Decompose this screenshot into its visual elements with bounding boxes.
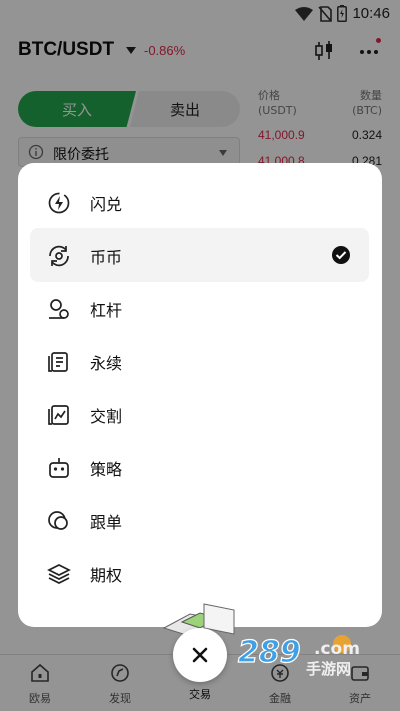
menu-item-flash-swap[interactable]: 闪兑 (30, 175, 369, 229)
check-icon (332, 246, 350, 264)
site-watermark: 289 .com 手游网 (237, 634, 360, 678)
options-icon (47, 564, 71, 584)
svg-text:.com: .com (314, 639, 360, 659)
menu-item-strategy[interactable]: 策略 (30, 440, 369, 494)
close-icon (192, 647, 208, 663)
close-menu-button[interactable] (173, 628, 227, 682)
bot-icon (49, 458, 69, 478)
svg-text:手游网: 手游网 (306, 660, 351, 678)
menu-item-perpetual[interactable]: 永续 (30, 334, 369, 388)
futures-icon (48, 405, 69, 425)
margin-icon (49, 299, 69, 319)
menu-item-copy-trade[interactable]: 跟单 (30, 493, 369, 547)
menu-item-margin[interactable]: 杠杆 (30, 281, 369, 335)
spot-icon (49, 245, 69, 267)
menu-item-futures[interactable]: 交割 (30, 387, 369, 441)
flash-swap-icon (48, 192, 70, 214)
perpetual-icon (48, 352, 68, 372)
product-menu: 闪兑 币币 杠杆 永续 交割 策略 跟单 期权 (18, 163, 382, 627)
copy-trade-icon (48, 511, 68, 530)
svg-text:289: 289 (238, 635, 301, 670)
menu-item-spot[interactable]: 币币 (30, 228, 369, 282)
menu-item-options[interactable]: 期权 (30, 546, 369, 600)
